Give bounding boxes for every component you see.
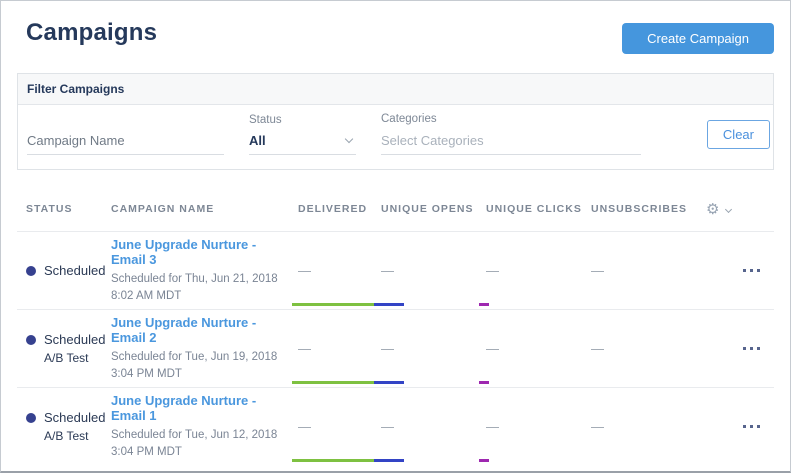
status-cell: Scheduled — [26, 263, 111, 278]
categories-field: Categories — [381, 113, 641, 155]
status-text: Scheduled — [44, 332, 105, 347]
clicks-bar — [479, 381, 489, 384]
status-text: Scheduled — [44, 263, 105, 278]
campaign-link[interactable]: June Upgrade Nurture - Email 2 — [111, 315, 284, 345]
chevron-down-icon[interactable] — [725, 205, 732, 212]
opens-bar — [374, 459, 404, 462]
clear-filters-button[interactable]: Clear — [707, 120, 770, 149]
column-header-unique-opens: UNIQUE OPENS — [381, 203, 486, 215]
status-subtext: A/B Test — [44, 429, 111, 443]
campaign-link[interactable]: June Upgrade Nurture - Email 1 — [111, 393, 284, 423]
opens-bar — [374, 381, 404, 384]
status-text: Scheduled — [44, 410, 105, 425]
page-header: Campaigns Create Campaign — [1, 1, 790, 57]
column-header-campaign-name: CAMPAIGN NAME — [111, 203, 298, 215]
campaign-cell: June Upgrade Nurture - Email 2 Scheduled… — [111, 315, 298, 383]
clicks-bar — [479, 303, 489, 306]
unique-opens-value: — — [381, 341, 486, 356]
status-select[interactable]: All — [249, 131, 356, 155]
filter-panel: Filter Campaigns Status All Categories C… — [17, 73, 774, 170]
filter-body: Status All Categories Clear — [18, 105, 773, 169]
row-menu-icon[interactable] — [741, 421, 762, 432]
unique-clicks-value: — — [486, 341, 591, 356]
campaign-cell: June Upgrade Nurture - Email 1 Scheduled… — [111, 393, 298, 461]
column-header-status: STATUS — [26, 203, 111, 215]
status-selected-value: All — [249, 133, 266, 148]
status-cell: Scheduled A/B Test — [26, 332, 111, 365]
filter-panel-title: Filter Campaigns — [18, 74, 773, 105]
unsubscribes-value: — — [591, 419, 706, 434]
column-header-unsubscribes: UNSUBSCRIBES — [591, 203, 706, 215]
chevron-down-icon — [345, 135, 353, 143]
campaign-name-input[interactable] — [27, 130, 224, 154]
row-actions-cell — [706, 265, 774, 276]
table-settings: ⚙ — [706, 202, 774, 217]
create-campaign-button[interactable]: Create Campaign — [622, 23, 774, 54]
column-header-delivered: DELIVERED — [298, 203, 381, 215]
row-menu-icon[interactable] — [741, 265, 762, 276]
row-actions-cell — [706, 343, 774, 354]
delivered-bar — [292, 303, 374, 306]
row-actions-cell — [706, 421, 774, 432]
categories-input[interactable] — [381, 130, 641, 154]
opens-bar — [374, 303, 404, 306]
campaign-schedule: Scheduled for Tue, Jun 12, 2018 3:04 PM … — [111, 427, 284, 461]
status-dot-icon — [26, 266, 36, 276]
campaigns-table: STATUS CAMPAIGN NAME DELIVERED UNIQUE OP… — [17, 187, 774, 465]
delivered-value: — — [298, 263, 381, 278]
delivered-bar — [292, 459, 374, 462]
table-row: Scheduled A/B Test June Upgrade Nurture … — [17, 309, 774, 387]
categories-label: Categories — [381, 113, 641, 125]
status-cell: Scheduled A/B Test — [26, 410, 111, 443]
unsubscribes-value: — — [591, 341, 706, 356]
table-row: Scheduled A/B Test June Upgrade Nurture … — [17, 387, 774, 465]
campaign-link[interactable]: June Upgrade Nurture - Email 3 — [111, 237, 284, 267]
campaign-schedule: Scheduled for Tue, Jun 19, 2018 3:04 PM … — [111, 349, 284, 383]
unsubscribes-value: — — [591, 263, 706, 278]
row-menu-icon[interactable] — [741, 343, 762, 354]
status-label: Status — [249, 114, 356, 126]
status-dot-icon — [26, 413, 36, 423]
campaign-schedule: Scheduled for Thu, Jun 21, 2018 8:02 AM … — [111, 271, 284, 305]
status-field: Status All — [249, 114, 356, 155]
clicks-bar — [479, 459, 489, 462]
delivered-bar — [292, 381, 374, 384]
unique-clicks-value: — — [486, 263, 591, 278]
status-subtext: A/B Test — [44, 351, 111, 365]
delivered-value: — — [298, 419, 381, 434]
campaign-name-field — [27, 130, 224, 155]
unique-opens-value: — — [381, 263, 486, 278]
table-row: Scheduled June Upgrade Nurture - Email 3… — [17, 231, 774, 309]
campaign-cell: June Upgrade Nurture - Email 3 Scheduled… — [111, 237, 298, 305]
delivered-value: — — [298, 341, 381, 356]
status-dot-icon — [26, 335, 36, 345]
column-header-unique-clicks: UNIQUE CLICKS — [486, 203, 591, 215]
table-header-row: STATUS CAMPAIGN NAME DELIVERED UNIQUE OP… — [17, 187, 774, 231]
gear-icon[interactable]: ⚙ — [706, 202, 720, 217]
unique-clicks-value: — — [486, 419, 591, 434]
unique-opens-value: — — [381, 419, 486, 434]
